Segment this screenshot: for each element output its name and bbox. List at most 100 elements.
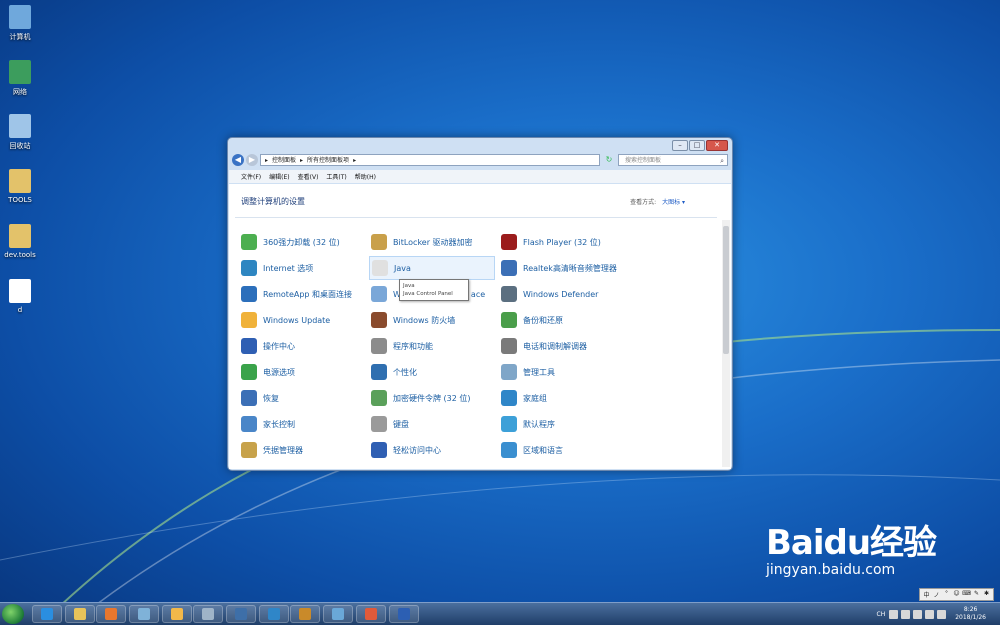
desktop-icon[interactable]: 回收站 bbox=[3, 114, 37, 151]
control-panel-item[interactable]: 电话和调制解调器 bbox=[499, 334, 625, 358]
ime-button[interactable]: ✎ bbox=[972, 590, 981, 599]
control-panel-item-icon bbox=[501, 312, 517, 328]
control-panel-item[interactable]: Windows 防火墙 bbox=[369, 308, 495, 332]
forward-button[interactable]: ▶ bbox=[246, 154, 258, 166]
control-panel-item[interactable]: Internet 选项 bbox=[239, 256, 365, 280]
menu-tools[interactable]: 工具(T) bbox=[326, 172, 346, 181]
control-panel-item[interactable]: 轻松访问中心 bbox=[369, 438, 495, 462]
taskbar-app-button[interactable] bbox=[290, 605, 320, 623]
taskbar-app-icon bbox=[74, 608, 86, 620]
menu-file[interactable]: 文件(F) bbox=[241, 172, 261, 181]
control-panel-item-icon bbox=[501, 234, 517, 250]
taskbar-app-button[interactable] bbox=[323, 605, 353, 623]
control-panel-item[interactable]: 360强力卸载 (32 位) bbox=[239, 230, 365, 254]
taskbar-app-button[interactable] bbox=[129, 605, 159, 623]
search-input[interactable]: 搜索控制面板 ⌕ bbox=[618, 154, 728, 166]
taskbar-app-button[interactable] bbox=[259, 605, 289, 623]
control-panel-item-icon bbox=[371, 234, 387, 250]
control-panel-item[interactable]: 凭据管理器 bbox=[239, 438, 365, 462]
menu-edit[interactable]: 编辑(E) bbox=[269, 172, 289, 181]
control-panel-item-icon bbox=[241, 234, 257, 250]
taskbar-app-icon bbox=[105, 608, 117, 620]
view-by-dropdown[interactable]: 大图标 ▾ bbox=[662, 199, 685, 206]
control-panel-item[interactable]: 键盘 bbox=[369, 412, 495, 436]
tray-icon[interactable] bbox=[889, 609, 899, 619]
ime-button[interactable]: ° bbox=[942, 590, 951, 599]
control-panel-item[interactable]: 管理工具 bbox=[499, 360, 625, 384]
control-panel-item-icon bbox=[241, 260, 257, 276]
control-panel-item[interactable]: Java bbox=[369, 256, 495, 280]
taskbar-app-button[interactable] bbox=[356, 605, 386, 623]
start-button[interactable] bbox=[2, 604, 24, 624]
scrollbar-thumb[interactable] bbox=[723, 226, 729, 354]
taskbar-app-button[interactable] bbox=[96, 605, 126, 623]
menu-help[interactable]: 帮助(H) bbox=[355, 172, 376, 181]
control-panel-item[interactable]: Windows Update bbox=[239, 308, 365, 332]
control-panel-item[interactable]: 家庭组 bbox=[499, 386, 625, 410]
control-panel-item[interactable]: Windows Defender bbox=[499, 282, 625, 306]
breadcrumb-all-items[interactable]: 所有控制面板项 bbox=[307, 155, 349, 165]
baidu-watermark: Baidu经验 jingyan.baidu.com bbox=[766, 515, 937, 578]
control-panel-item[interactable]: 电源选项 bbox=[239, 360, 365, 384]
ime-button[interactable]: ノ bbox=[932, 590, 941, 599]
control-panel-item[interactable]: 个性化 bbox=[369, 360, 495, 384]
taskbar-app-button[interactable] bbox=[65, 605, 95, 623]
maximize-button[interactable]: □ bbox=[689, 140, 705, 151]
menu-view[interactable]: 查看(V) bbox=[298, 172, 319, 181]
close-button[interactable]: ✕ bbox=[706, 140, 728, 151]
clock[interactable]: 8:26 2018/1/26 bbox=[955, 606, 986, 622]
minimize-button[interactable]: – bbox=[672, 140, 688, 151]
refresh-icon[interactable]: ↻ bbox=[603, 154, 615, 166]
control-panel-item-icon bbox=[371, 286, 387, 302]
control-panel-item[interactable]: RemoteApp 和桌面连接 bbox=[239, 282, 365, 306]
tray-icon[interactable] bbox=[913, 609, 923, 619]
ime-button[interactable]: ⌨ bbox=[962, 590, 971, 599]
ime-button[interactable]: ☺ bbox=[952, 590, 961, 599]
taskbar-app-icon bbox=[268, 608, 280, 620]
tooltip-title: Java bbox=[403, 283, 415, 289]
vertical-scrollbar[interactable] bbox=[722, 220, 730, 467]
title-bar[interactable]: – □ ✕ bbox=[228, 138, 732, 151]
taskbar-app-button[interactable] bbox=[32, 605, 62, 623]
control-panel-item[interactable]: 加密硬件令牌 (32 位) bbox=[369, 386, 495, 410]
taskbar-app-icon bbox=[365, 608, 377, 620]
search-icon[interactable]: ⌕ bbox=[720, 155, 724, 167]
control-panel-item-label: Windows Update bbox=[263, 315, 331, 325]
control-panel-item[interactable]: 操作中心 bbox=[239, 334, 365, 358]
desktop-icon[interactable]: TOOLS bbox=[3, 169, 37, 204]
taskbar-app-button[interactable] bbox=[162, 605, 192, 623]
control-panel-item[interactable]: 程序和功能 bbox=[369, 334, 495, 358]
tooltip-desc: Java Control Panel bbox=[403, 291, 453, 297]
control-panel-item-icon bbox=[501, 442, 517, 458]
volume-icon[interactable] bbox=[937, 609, 947, 619]
control-panel-item[interactable]: 默认程序 bbox=[499, 412, 625, 436]
control-panel-item[interactable]: Realtek高清晰音频管理器 bbox=[499, 256, 625, 280]
watermark-url: jingyan.baidu.com bbox=[766, 562, 896, 578]
ime-button[interactable]: 中 bbox=[922, 590, 931, 599]
control-panel-item[interactable]: BitLocker 驱动器加密 bbox=[369, 230, 495, 254]
taskbar-app-button[interactable] bbox=[389, 605, 419, 623]
control-panel-item-label: 管理工具 bbox=[523, 367, 555, 377]
breadcrumb-control-panel[interactable]: 控制面板 bbox=[272, 155, 296, 165]
control-panel-item[interactable]: 备份和还原 bbox=[499, 308, 625, 332]
desktop-icon[interactable]: 网络 bbox=[3, 60, 37, 97]
taskbar-app-icon bbox=[299, 608, 311, 620]
taskbar-app-button[interactable] bbox=[226, 605, 256, 623]
control-panel-item-label: 操作中心 bbox=[263, 341, 295, 351]
control-panel-item-label: Internet 选项 bbox=[263, 263, 314, 273]
control-panel-item[interactable]: 恢复 bbox=[239, 386, 365, 410]
tray-icon[interactable] bbox=[901, 609, 911, 619]
address-bar[interactable]: ▸ 控制面板 ▸ 所有控制面板项 ▸ bbox=[260, 154, 600, 166]
control-panel-item[interactable]: 家长控制 bbox=[239, 412, 365, 436]
back-button[interactable]: ◀ bbox=[232, 154, 244, 166]
control-panel-item[interactable]: 区域和语言 bbox=[499, 438, 625, 462]
desktop-icon[interactable]: 计算机 bbox=[3, 5, 37, 42]
desktop-icon[interactable]: dev.tools bbox=[3, 224, 37, 259]
taskbar-app-button[interactable] bbox=[193, 605, 223, 623]
desktop-icon[interactable]: d bbox=[3, 279, 37, 314]
view-by: 查看方式: 大图标 ▾ bbox=[630, 197, 685, 206]
tray-icon[interactable] bbox=[925, 609, 935, 619]
language-indicator[interactable]: CH bbox=[877, 611, 886, 618]
control-panel-item[interactable]: Flash Player (32 位) bbox=[499, 230, 625, 254]
ime-button[interactable]: ✱ bbox=[982, 590, 991, 599]
